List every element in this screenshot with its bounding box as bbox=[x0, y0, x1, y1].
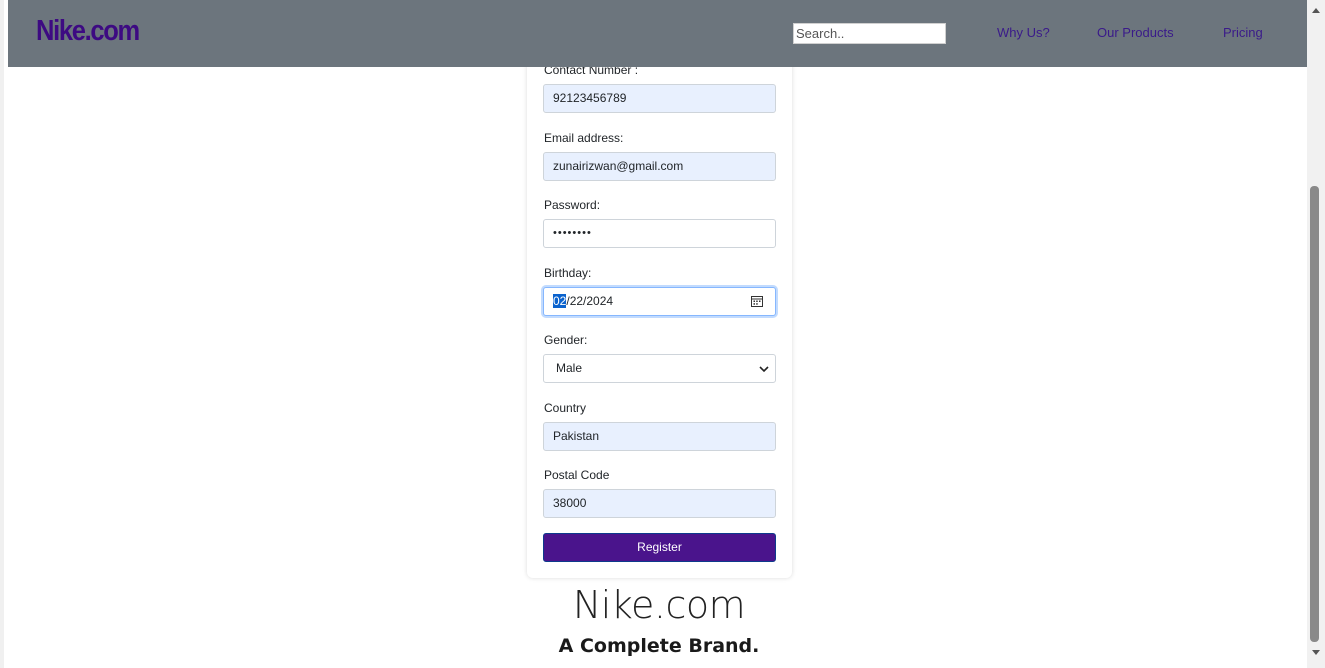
postal-code-input[interactable]: 38000 bbox=[543, 489, 776, 518]
password-input[interactable]: •••••••• bbox=[543, 219, 776, 248]
birthday-label: Birthday: bbox=[544, 266, 592, 280]
calendar-icon[interactable] bbox=[751, 295, 763, 307]
nav-link-our-products[interactable]: Our Products bbox=[1097, 25, 1174, 40]
country-input[interactable]: Pakistan bbox=[543, 422, 776, 451]
contact-number-input[interactable]: 92123456789 bbox=[543, 84, 776, 113]
postal-code-label: Postal Code bbox=[544, 468, 610, 482]
email-label: Email address: bbox=[544, 131, 624, 145]
footer-tagline: A Complete Brand. bbox=[558, 635, 760, 657]
birthday-month-segment[interactable]: 02 bbox=[553, 294, 567, 308]
birthday-day-year[interactable]: /22/2024 bbox=[566, 294, 613, 308]
chevron-down-icon bbox=[759, 366, 769, 373]
gender-selected-value: Male bbox=[556, 361, 583, 375]
footer-brand-title: Nike.com bbox=[572, 583, 746, 627]
email-input[interactable]: zunairizwan@gmail.com bbox=[543, 152, 776, 181]
password-label: Password: bbox=[544, 198, 601, 212]
navbar: Nike.com Search.. Why Us? Our Products P… bbox=[8, 0, 1311, 67]
vertical-scrollbar[interactable] bbox=[1307, 0, 1325, 668]
scroll-up-arrow-icon[interactable] bbox=[1307, 0, 1325, 18]
page: Contact Number : 92123456789 Email addre… bbox=[0, 0, 1325, 668]
gender-label: Gender: bbox=[544, 333, 588, 347]
register-button[interactable]: Register bbox=[543, 533, 776, 562]
nav-link-pricing[interactable]: Pricing bbox=[1223, 25, 1263, 40]
nav-link-why-us[interactable]: Why Us? bbox=[997, 25, 1050, 40]
birthday-date-input[interactable]: 02/22/2024 bbox=[543, 287, 776, 316]
gender-select[interactable]: Male bbox=[543, 354, 776, 383]
country-label: Country bbox=[544, 401, 587, 415]
search-input[interactable]: Search.. bbox=[793, 23, 946, 44]
scroll-down-arrow-icon[interactable] bbox=[1307, 644, 1325, 662]
scrollbar-thumb[interactable] bbox=[1310, 186, 1319, 642]
site-logo[interactable]: Nike.com bbox=[36, 15, 140, 48]
